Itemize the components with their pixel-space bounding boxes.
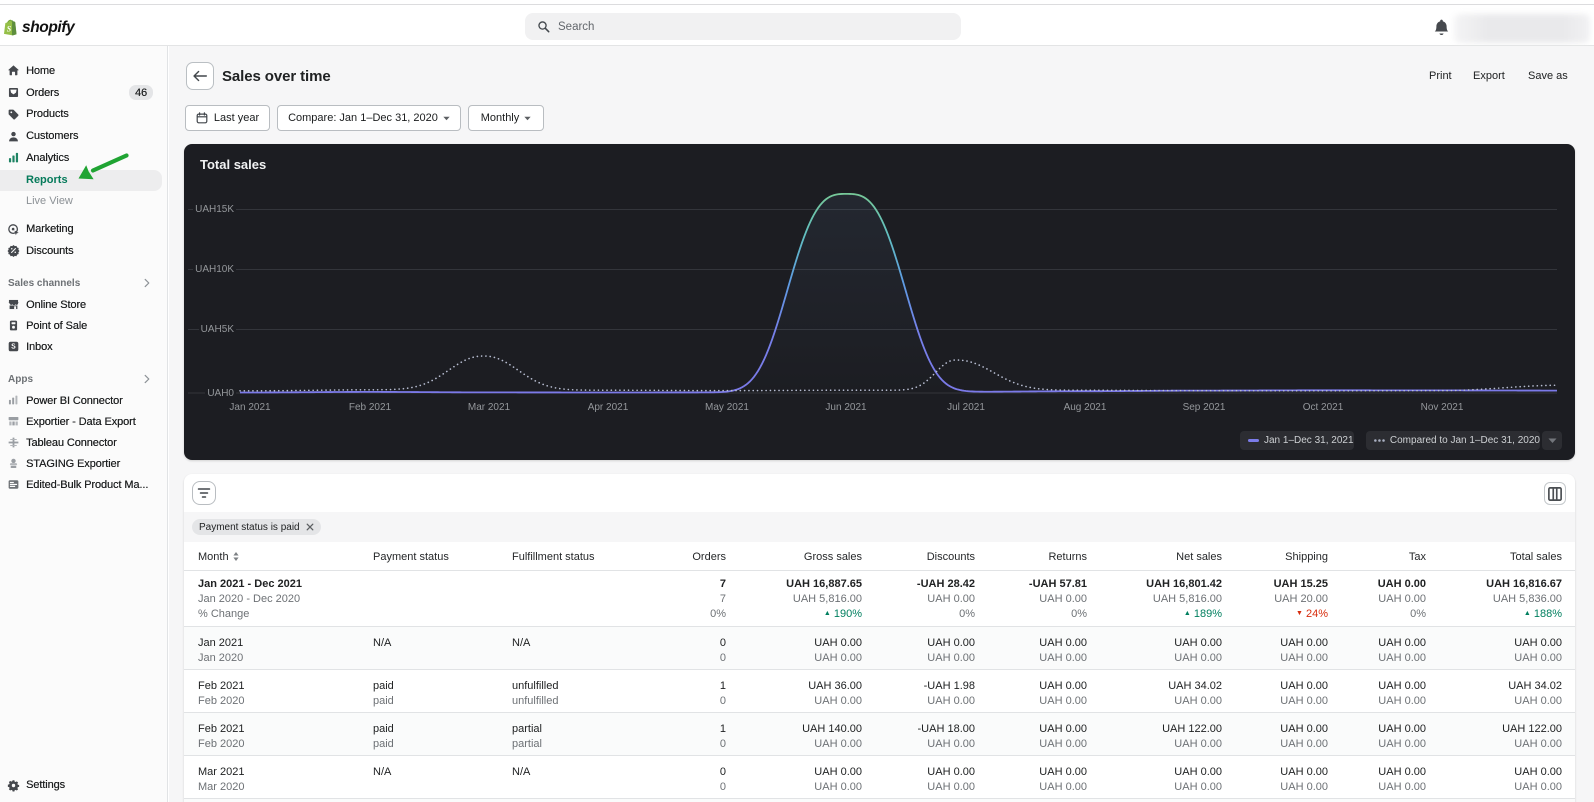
svg-text:S: S xyxy=(7,25,12,34)
